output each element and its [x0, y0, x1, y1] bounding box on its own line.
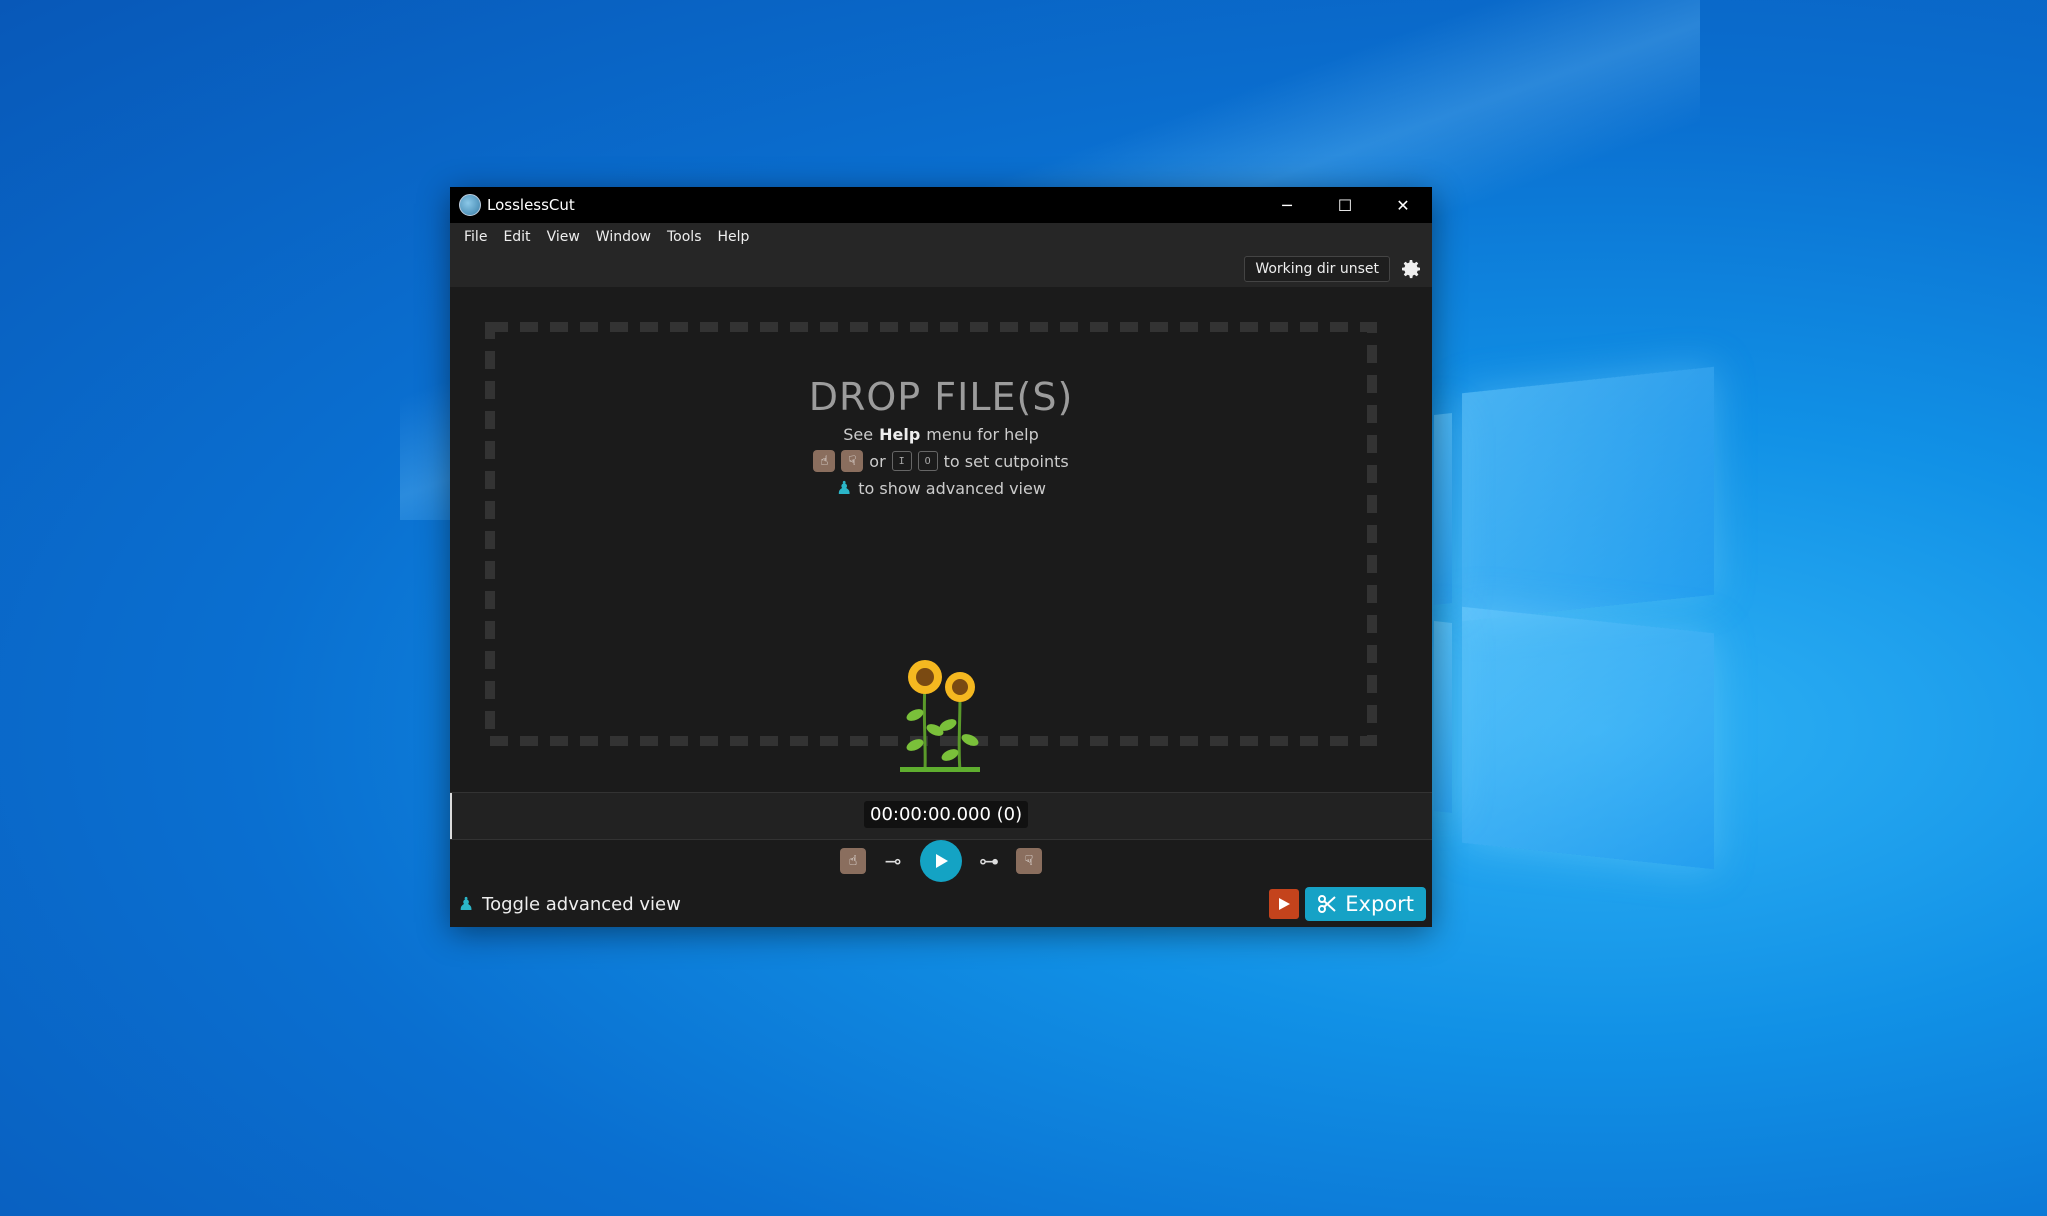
close-button[interactable]: ✕ [1374, 187, 1432, 223]
toggle-advanced-label: Toggle advanced view [482, 893, 681, 915]
advanced-hint: ♟ to show advanced view [836, 478, 1046, 499]
bottom-bar: ♟ Toggle advanced view Export [450, 881, 1432, 927]
gear-icon[interactable] [1398, 256, 1424, 282]
export-button[interactable]: Export [1305, 887, 1426, 921]
menu-window[interactable]: Window [588, 229, 659, 245]
working-dir-button[interactable]: Working dir unset [1244, 256, 1390, 282]
maximize-button[interactable]: ☐ [1316, 187, 1374, 223]
timeline-cursor[interactable] [450, 793, 455, 839]
top-toolbar: Working dir unset [450, 251, 1432, 287]
windows-logo-pane [1434, 621, 1452, 813]
menu-edit[interactable]: Edit [495, 229, 538, 245]
sunflower-icon [900, 660, 980, 772]
export-controls: Export [1269, 887, 1426, 921]
app-window: LosslessCut ─ ☐ ✕ File Edit View Window … [450, 187, 1432, 927]
export-label: Export [1345, 892, 1414, 916]
advanced-view-icon: ♟ [458, 893, 475, 915]
windows-logo-pane [1434, 413, 1452, 605]
time-display[interactable]: 00:00:00.000 (0) [864, 801, 1029, 828]
playback-controls: ☝ ⊸ ⊶ ☟ [450, 840, 1432, 882]
jump-cut-start-key-icon[interactable]: ⊸ [878, 849, 908, 873]
minimize-button[interactable]: ─ [1258, 187, 1316, 223]
set-cut-end-button[interactable]: ☟ [1016, 848, 1042, 874]
set-cut-start-icon: ☝ [813, 450, 836, 472]
play-icon [936, 854, 948, 868]
timeline[interactable]: 00:00:00.000 (0) [450, 792, 1432, 840]
menu-view[interactable]: View [539, 229, 588, 245]
app-icon [459, 194, 481, 216]
help-hint: See Help menu for help [843, 425, 1039, 444]
windows-logo-pane [1462, 606, 1714, 870]
drop-title: DROP FILE(S) [808, 375, 1074, 419]
key-o: O [917, 451, 938, 471]
drop-zone[interactable]: DROP FILE(S) See Help menu for help ☝ ☟ … [450, 287, 1432, 772]
menu-bar: File Edit View Window Tools Help [450, 223, 1432, 251]
windows-logo-pane [1462, 366, 1714, 622]
jump-cut-end-key-icon[interactable]: ⊶ [974, 849, 1004, 873]
scissors-icon [1318, 895, 1336, 913]
advanced-view-icon: ♟ [836, 478, 853, 499]
cutpoint-hint: ☝ ☟ or I O to set cutpoints [450, 450, 1432, 472]
title-bar[interactable]: LosslessCut ─ ☐ ✕ [450, 187, 1432, 223]
menu-tools[interactable]: Tools [659, 229, 710, 245]
window-title: LosslessCut [487, 196, 575, 214]
set-cut-end-icon: ☟ [841, 450, 864, 472]
menu-file[interactable]: File [456, 229, 495, 245]
set-cut-start-button[interactable]: ☝ [840, 848, 866, 874]
help-bold: Help [879, 425, 921, 444]
drop-instructions: DROP FILE(S) See Help menu for help ☝ ☟ … [450, 375, 1432, 499]
play-icon [1279, 898, 1291, 910]
key-i: I [891, 451, 912, 471]
toggle-advanced-view-button[interactable]: ♟ Toggle advanced view [458, 894, 681, 915]
play-button[interactable] [920, 840, 962, 882]
preview-button[interactable] [1269, 889, 1300, 919]
menu-help[interactable]: Help [710, 229, 758, 245]
